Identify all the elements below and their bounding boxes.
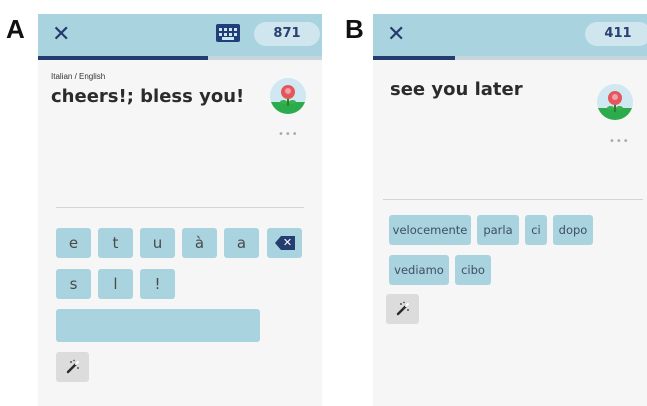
close-icon[interactable]: ✕ <box>387 21 405 49</box>
prompt-text: see you later <box>390 79 523 100</box>
word-chip[interactable]: vediamo <box>389 255 449 285</box>
progress-fill <box>38 56 209 60</box>
close-icon[interactable]: ✕ <box>52 21 70 49</box>
letter-key[interactable]: ! <box>140 269 175 299</box>
word-chip[interactable]: dopo <box>553 215 593 245</box>
keyboard-icon[interactable] <box>216 24 240 42</box>
letter-key[interactable]: e <box>56 228 91 258</box>
letter-key[interactable]: à <box>182 228 217 258</box>
divider <box>56 207 304 208</box>
more-options[interactable]: ••• <box>609 136 630 147</box>
more-options[interactable]: ••• <box>278 129 299 140</box>
backspace-icon[interactable]: ✕ <box>267 228 302 258</box>
top-bar: ✕ 411 <box>373 14 647 56</box>
magic-wand-icon[interactable] <box>56 352 89 382</box>
panel-label-b: B <box>345 14 364 44</box>
letter-key[interactable]: s <box>56 269 91 299</box>
language-label: Italian / English <box>51 72 106 81</box>
progress-bar <box>373 56 647 60</box>
panel-label-a: A <box>6 14 25 44</box>
progress-bar <box>38 56 322 60</box>
magic-wand-icon[interactable] <box>386 294 419 324</box>
score-badge: 411 <box>585 22 647 46</box>
letter-key[interactable]: t <box>98 228 133 258</box>
avatar-flower-icon <box>597 84 633 120</box>
prompt-text: cheers!; bless you! <box>51 86 245 107</box>
letter-key[interactable]: u <box>140 228 175 258</box>
answer-input[interactable] <box>56 309 260 342</box>
letter-key[interactable]: a <box>224 228 259 258</box>
progress-fill <box>373 56 456 60</box>
word-chip[interactable]: velocemente <box>389 215 471 245</box>
word-chip[interactable]: parla <box>477 215 519 245</box>
avatar-flower-icon <box>270 78 306 114</box>
word-chip[interactable]: cibo <box>455 255 491 285</box>
letter-key[interactable]: l <box>98 269 133 299</box>
word-chip[interactable]: ci <box>525 215 547 245</box>
divider <box>383 199 643 200</box>
score-badge: 871 <box>254 22 320 46</box>
top-bar: ✕ 871 <box>38 14 322 56</box>
screen-typing-exercise: ✕ 871 Italian / English cheers!; bless y… <box>38 14 322 406</box>
screen-word-bank-exercise: ✕ 411 see you later ••• velocemente parl… <box>373 14 647 406</box>
